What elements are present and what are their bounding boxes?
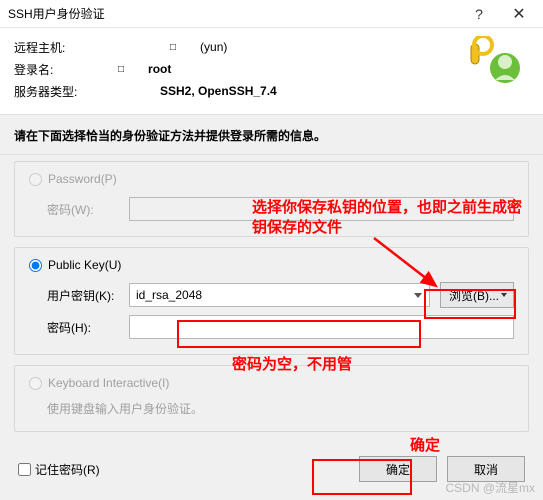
browse-button[interactable]: 浏览(B)... bbox=[440, 282, 514, 308]
auth-icon bbox=[465, 36, 523, 92]
ok-button[interactable]: 确定 bbox=[359, 456, 437, 482]
remember-checkbox-input[interactable] bbox=[18, 463, 31, 476]
user-key-label: 用户密钥(K): bbox=[47, 287, 129, 304]
keyboard-radio-label: Keyboard Interactive(I) bbox=[48, 376, 169, 390]
remember-password-checkbox[interactable]: 记住密码(R) bbox=[18, 461, 100, 478]
password-field-label: 密码(W): bbox=[47, 201, 129, 218]
remote-host-value: (yun) bbox=[200, 40, 227, 54]
remote-host-label: 远程主机: bbox=[14, 39, 100, 56]
login-label: 登录名: bbox=[14, 61, 100, 78]
instruction-text: 请在下面选择恰当的身份验证方法并提供登录所需的信息。 bbox=[0, 114, 543, 155]
server-type-label: 服务器类型: bbox=[14, 83, 100, 100]
user-key-select[interactable]: id_rsa_2048 bbox=[129, 283, 430, 307]
public-key-radio[interactable] bbox=[29, 259, 42, 272]
window-title: SSH用户身份验证 bbox=[4, 5, 459, 22]
public-key-radio-label: Public Key(U) bbox=[48, 258, 121, 272]
help-button[interactable]: ? bbox=[459, 1, 499, 27]
browse-button-label: 浏览(B)... bbox=[449, 287, 499, 304]
square-icon-2: □ bbox=[118, 64, 124, 75]
keyboard-subtext: 使用键盘输入用户身份验证。 bbox=[47, 400, 514, 417]
remember-label: 记住密码(R) bbox=[35, 461, 100, 478]
user-key-value: id_rsa_2048 bbox=[136, 288, 202, 302]
password-radio bbox=[29, 173, 42, 186]
passphrase-label: 密码(H): bbox=[47, 319, 129, 336]
square-icon: □ bbox=[170, 42, 176, 53]
login-value: root bbox=[148, 62, 171, 76]
keyboard-radio bbox=[29, 377, 42, 390]
password-radio-label: Password(P) bbox=[48, 172, 117, 186]
server-type-value: SSH2, OpenSSH_7.4 bbox=[160, 84, 277, 98]
password-input bbox=[129, 197, 514, 221]
close-button[interactable]: ✕ bbox=[499, 1, 539, 27]
watermark: CSDN @流星mx bbox=[445, 479, 535, 496]
passphrase-input[interactable] bbox=[129, 315, 514, 339]
chevron-down-icon bbox=[501, 293, 507, 297]
